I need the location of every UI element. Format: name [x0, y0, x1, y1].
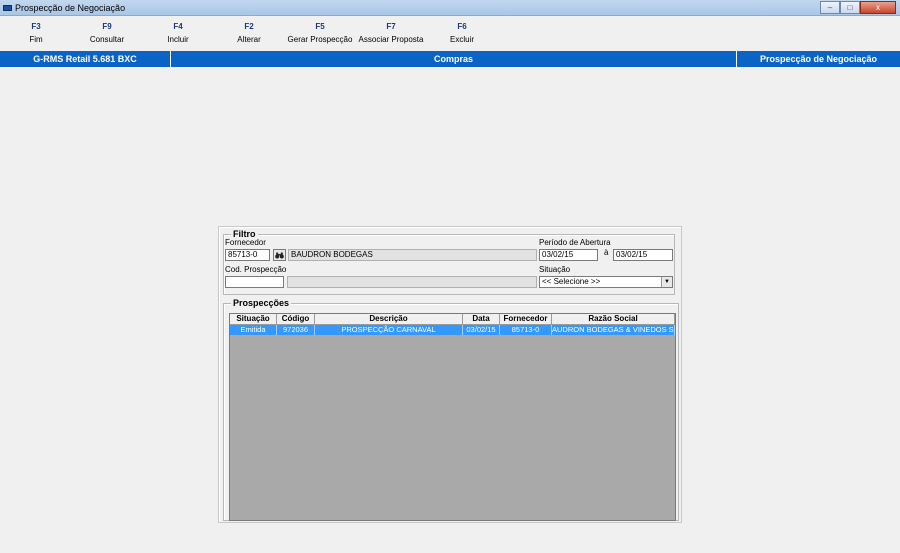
shortcut-key: F5 [315, 22, 325, 31]
button-label: Incluir [167, 35, 189, 44]
minimize-icon: – [827, 3, 833, 12]
chevron-down-icon[interactable]: ▼ [661, 277, 672, 287]
close-icon: x [876, 3, 880, 12]
column-header-data[interactable]: Data [463, 314, 500, 325]
cell-fornecedor: 85713-0 [500, 325, 552, 335]
column-header-descricao[interactable]: Descrição [315, 314, 463, 325]
fornecedor-name-field: BAUDRON BODEGAS [288, 249, 537, 261]
shortcut-key: F7 [386, 22, 396, 31]
periodo-end-input[interactable]: 03/02/15 [613, 249, 673, 261]
periodo-label: Período de Abertura [539, 238, 611, 247]
cell-descricao: PROSPECÇÃO CARNAVAL [315, 325, 463, 335]
prospeccoes-table[interactable]: Situação Código Descrição Data Fornecedo… [229, 313, 676, 521]
cell-data: 03/02/15 [463, 325, 500, 335]
column-header-razao-social[interactable]: Razão Social [552, 314, 675, 325]
filtro-group: Filtro Fornecedor 85713-0 BAUDRON BODEGA… [223, 229, 675, 295]
button-label: Alterar [237, 35, 261, 44]
button-label: Excluir [449, 35, 474, 44]
column-header-situacao[interactable]: Situação [230, 314, 277, 325]
associar-proposta-button[interactable]: F7 Associar Proposta [356, 22, 426, 45]
shortcut-key: F4 [173, 22, 183, 31]
maximize-icon: □ [847, 3, 853, 12]
shortcut-key: F3 [31, 22, 41, 31]
periodo-start-input[interactable]: 03/02/15 [539, 249, 598, 261]
cod-prospeccao-desc-field [287, 276, 537, 288]
button-label: Associar Proposta [358, 35, 424, 44]
window-titlebar: Prospecção de Negociação – □ x [0, 0, 900, 16]
module-name: Compras [433, 54, 473, 64]
prospeccoes-group: Prospecções Situação Código Descrição Da… [223, 298, 679, 521]
incluir-button[interactable]: F4 Incluir [160, 22, 196, 45]
fornecedor-code-input[interactable]: 85713-0 [225, 249, 270, 261]
screen-name: Prospecção de Negociação [759, 54, 878, 64]
fim-button[interactable]: F3 Fim [22, 22, 50, 45]
cell-razao-social: AUDRON BODEGAS & VINEDOS S. [552, 325, 675, 335]
fornecedor-search-button[interactable] [273, 249, 286, 261]
situacao-select[interactable]: << Selecione >> ▼ [539, 276, 673, 288]
header-bar: G-RMS Retail 5.681 BXC Compras Prospecçã… [0, 51, 900, 67]
situacao-selected-value: << Selecione >> [542, 277, 601, 286]
consultar-button[interactable]: F9 Consultar [84, 22, 130, 45]
prospeccoes-title: Prospecções [231, 298, 292, 308]
cod-prospeccao-label: Cod. Prospecção [225, 265, 287, 274]
shortcut-key: F9 [102, 22, 112, 31]
excluir-button[interactable]: F6 Excluir [444, 22, 480, 45]
button-label: Gerar Prospecção [287, 35, 353, 44]
alterar-button[interactable]: F2 Alterar [231, 22, 267, 45]
column-header-fornecedor[interactable]: Fornecedor [500, 314, 552, 325]
cell-codigo: 972036 [277, 325, 315, 335]
fornecedor-label: Fornecedor [225, 238, 266, 247]
window-title: Prospecção de Negociação [15, 3, 126, 13]
periodo-separator: à [604, 248, 609, 257]
shortcut-key: F6 [457, 22, 467, 31]
shortcut-key: F2 [244, 22, 254, 31]
cod-prospeccao-input[interactable] [225, 276, 284, 288]
main-panel: Filtro Fornecedor 85713-0 BAUDRON BODEGA… [218, 226, 682, 523]
button-label: Fim [29, 35, 43, 44]
close-button[interactable]: x [860, 1, 896, 14]
app-icon [3, 5, 12, 11]
maximize-button[interactable]: □ [840, 1, 860, 14]
app-version: G-RMS Retail 5.681 BXC [33, 54, 137, 64]
toolbar: F3 Fim F9 Consultar F4 Incluir F2 Altera… [0, 18, 900, 50]
column-header-codigo[interactable]: Código [277, 314, 315, 325]
minimize-button[interactable]: – [820, 1, 840, 14]
binoculars-icon [275, 252, 284, 258]
table-header: Situação Código Descrição Data Fornecedo… [230, 314, 675, 325]
window-controls: – □ x [820, 1, 896, 14]
button-label: Consultar [89, 35, 125, 44]
cell-situacao: Emitida [230, 325, 277, 335]
gerar-prospeccao-button[interactable]: F5 Gerar Prospecção [286, 22, 354, 45]
situacao-label: Situação [539, 265, 571, 274]
table-row[interactable]: Emitida 972036 PROSPECÇÃO CARNAVAL 03/02… [230, 325, 675, 335]
